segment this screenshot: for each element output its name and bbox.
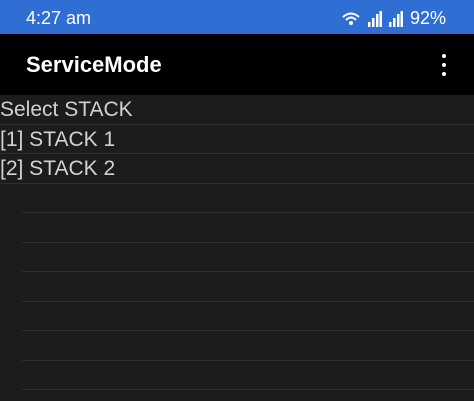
list-item-empty [22, 243, 474, 272]
app-title: ServiceMode [26, 52, 162, 77]
status-time: 4:27 am [26, 8, 92, 28]
list-item-empty [22, 302, 474, 331]
list-item-stack-1[interactable]: [1] STACK 1 [0, 125, 474, 154]
list-item-empty [22, 331, 474, 361]
wifi-calling-icon [341, 11, 361, 27]
signal-icon [367, 10, 382, 27]
list-item-stack-2[interactable]: [2] STACK 2 [0, 154, 474, 184]
status-bar: 4:27 am 92% [0, 0, 474, 34]
list-item-empty [22, 213, 474, 243]
list-item-empty [22, 272, 474, 302]
app-bar: ServiceMode [0, 34, 474, 95]
signal-icon-2 [388, 10, 403, 27]
more-vert-icon[interactable] [436, 54, 452, 76]
list-item-empty [22, 184, 474, 213]
status-icons: 92% [341, 8, 446, 29]
service-list: Select STACK [1] STACK 1 [2] STACK 2 [0, 95, 474, 401]
battery-percent: 92% [409, 8, 446, 28]
list-header: Select STACK [0, 95, 474, 125]
list-item-empty [22, 361, 474, 390]
